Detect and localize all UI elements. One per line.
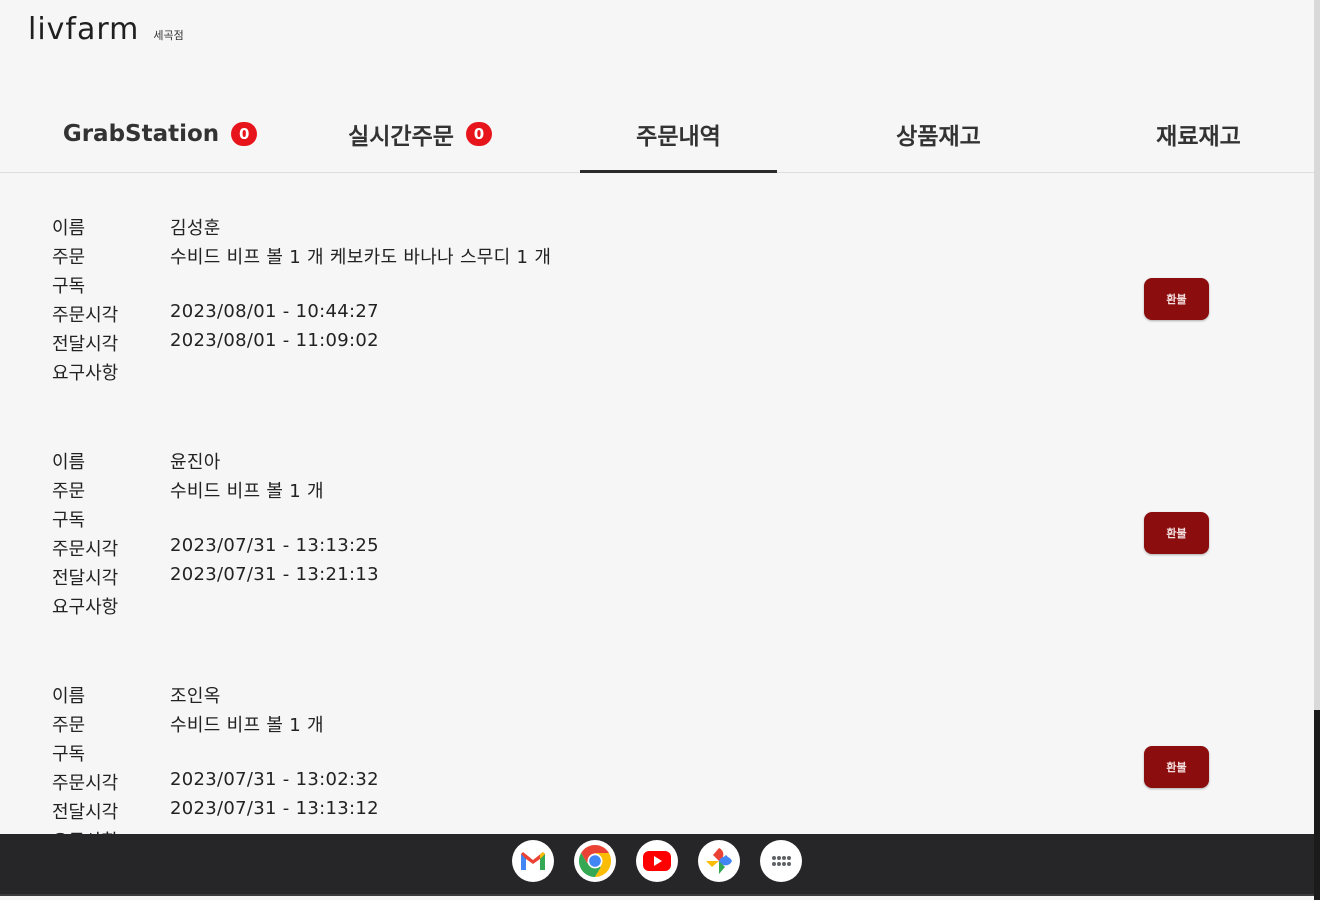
delivery-time: 2023/07/31 - 13:13:12 [170, 798, 379, 819]
requests-row: 요구사항 [52, 827, 170, 834]
requests-label: 요구사항 [52, 363, 119, 384]
store-name: 세곡점 [153, 29, 184, 42]
tab-label: GrabStation [62, 120, 220, 147]
tab-order-history[interactable]: 주문내역 [580, 96, 777, 173]
window-edge-dark [1314, 710, 1320, 900]
delivery-time-row: 전달시각 2023/08/01 - 11:09:02 [52, 330, 379, 356]
name-row: 이름 윤진아 [52, 448, 221, 474]
subscription-row: 구독 [52, 272, 170, 298]
requests-row: 요구사항 [52, 359, 170, 385]
refund-button[interactable]: 환불 [1144, 512, 1209, 554]
name-row: 이름 조인옥 [52, 682, 221, 708]
order-time-label: 주문시각 [52, 773, 119, 794]
youtube-icon[interactable] [636, 840, 678, 882]
name-label: 이름 [52, 452, 86, 473]
refund-button[interactable]: 환불 [1144, 278, 1209, 320]
order-time-row: 주문시각 2023/07/31 - 13:02:32 [52, 769, 379, 795]
tab-ingredient-stock[interactable]: 재료재고 [1100, 96, 1297, 171]
order-row: 주문 수비드 비프 볼 1 개 케보카도 바나나 스무디 1 개 [52, 243, 551, 269]
taskbar [0, 834, 1314, 896]
window-edge [1314, 0, 1320, 710]
order-label: 주문 [52, 715, 86, 736]
order-list: 이름 김성훈 주문 수비드 비프 볼 1 개 케보카도 바나나 스무디 1 개 구독… [0, 172, 1314, 834]
requests-label: 요구사항 [52, 827, 170, 834]
order-time: 2023/07/31 - 13:02:32 [170, 769, 379, 790]
customer-name: 조인옥 [170, 686, 221, 707]
order-row: 주문 수비드 비프 볼 1 개 [52, 711, 324, 737]
subscription-label: 구독 [52, 744, 86, 765]
tab-bar: GrabStation 0 실시간주문 0 주문내역 상품재고 재료재고 [0, 96, 1314, 173]
order-card: 이름 윤진아 주문 수비드 비프 볼 1 개 구독 주문시각 2023/07/31 -… [0, 448, 1314, 682]
tab-label: 재료재고 [1156, 123, 1241, 150]
brand: livfarm 세곡점 [28, 12, 184, 47]
tab-grabstation[interactable]: GrabStation 0 [40, 96, 280, 171]
order-label: 주문 [52, 481, 86, 502]
delivery-time-label: 전달시각 [52, 802, 119, 823]
subscription-label: 구독 [52, 510, 86, 531]
order-time: 2023/07/31 - 13:13:25 [170, 535, 379, 556]
tab-label: 주문내역 [636, 123, 721, 150]
subscription-row: 구독 [52, 506, 170, 532]
delivery-time-label: 전달시각 [52, 334, 119, 355]
delivery-time-row: 전달시각 2023/07/31 - 13:21:13 [52, 564, 379, 590]
tab-product-stock[interactable]: 상품재고 [840, 96, 1037, 171]
customer-name: 김성훈 [170, 218, 221, 239]
order-card: 이름 김성훈 주문 수비드 비프 볼 1 개 케보카도 바나나 스무디 1 개 구독… [0, 214, 1314, 448]
order-items: 수비드 비프 볼 1 개 [170, 481, 324, 502]
requests-label: 요구사항 [52, 597, 119, 618]
launcher-icon[interactable] [760, 840, 802, 882]
order-items: 수비드 비프 볼 1 개 케보카도 바나나 스무디 1 개 [170, 247, 552, 268]
subscription-label: 구독 [52, 276, 86, 297]
order-items: 수비드 비프 볼 1 개 [170, 715, 324, 736]
photos-icon[interactable] [698, 840, 740, 882]
order-time: 2023/08/01 - 10:44:27 [170, 301, 379, 322]
order-time-label: 주문시각 [52, 305, 119, 326]
chrome-icon[interactable] [574, 840, 616, 882]
customer-name: 윤진아 [170, 452, 221, 473]
subscription-row: 구독 [52, 740, 170, 766]
requests-row: 요구사항 [52, 593, 170, 619]
app-dock [512, 840, 802, 882]
realtime-orders-count-badge: 0 [465, 121, 492, 146]
order-time-row: 주문시각 2023/08/01 - 10:44:27 [52, 301, 379, 327]
order-label: 주문 [52, 247, 86, 268]
delivery-time: 2023/07/31 - 13:21:13 [170, 564, 379, 585]
order-time-row: 주문시각 2023/07/31 - 13:13:25 [52, 535, 379, 561]
delivery-time: 2023/08/01 - 11:09:02 [170, 330, 379, 351]
name-label: 이름 [52, 686, 86, 707]
order-time-label: 주문시각 [52, 539, 119, 560]
tab-realtime-orders[interactable]: 실시간주문 0 [300, 96, 540, 171]
tab-label: 상품재고 [896, 123, 981, 150]
order-row: 주문 수비드 비프 볼 1 개 [52, 477, 324, 503]
refund-button[interactable]: 환불 [1144, 746, 1209, 788]
delivery-time-row: 전달시각 2023/07/31 - 13:13:12 [52, 798, 379, 824]
app-window: livfarm 세곡점 GrabStation 0 실시간주문 0 주문내역 상… [0, 0, 1314, 834]
name-label: 이름 [52, 218, 86, 239]
gmail-icon[interactable] [512, 840, 554, 882]
tab-label: 실시간주문 [348, 123, 454, 150]
name-row: 이름 김성훈 [52, 214, 221, 240]
delivery-time-label: 전달시각 [52, 568, 119, 589]
livfarm-logo: livfarm [28, 12, 140, 47]
order-card: 이름 조인옥 주문 수비드 비프 볼 1 개 구독 주문시각 2023/07/31 -… [0, 682, 1314, 834]
grabstation-count-badge: 0 [231, 121, 258, 146]
